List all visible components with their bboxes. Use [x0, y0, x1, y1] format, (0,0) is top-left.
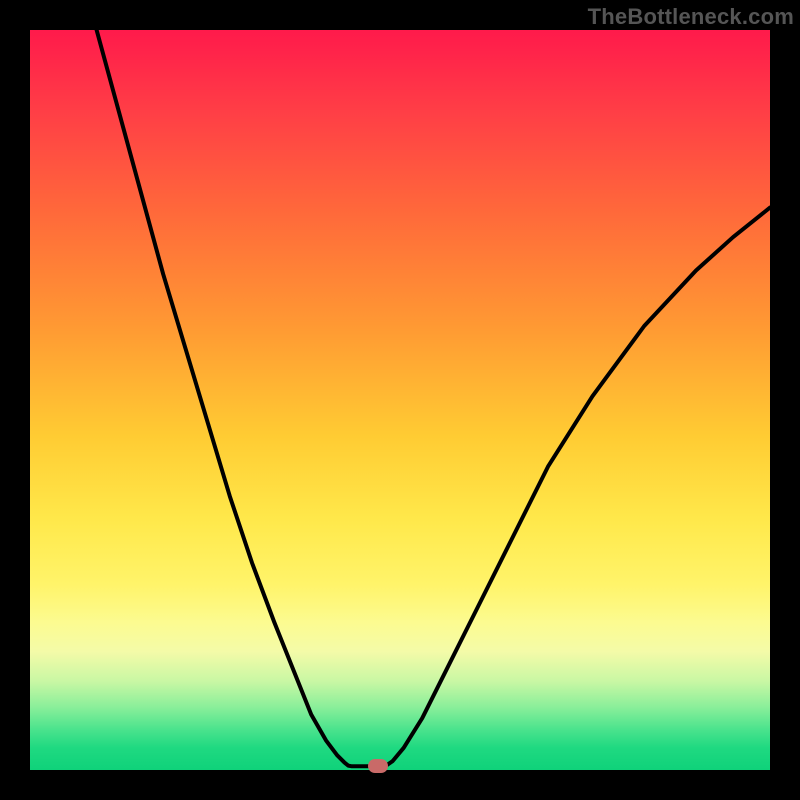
curve-path — [97, 30, 770, 766]
source-label: TheBottleneck.com — [588, 4, 794, 30]
chart-frame: TheBottleneck.com — [0, 0, 800, 800]
minimum-marker — [368, 759, 388, 773]
plot-area — [30, 30, 770, 770]
bottleneck-curve — [30, 30, 770, 770]
